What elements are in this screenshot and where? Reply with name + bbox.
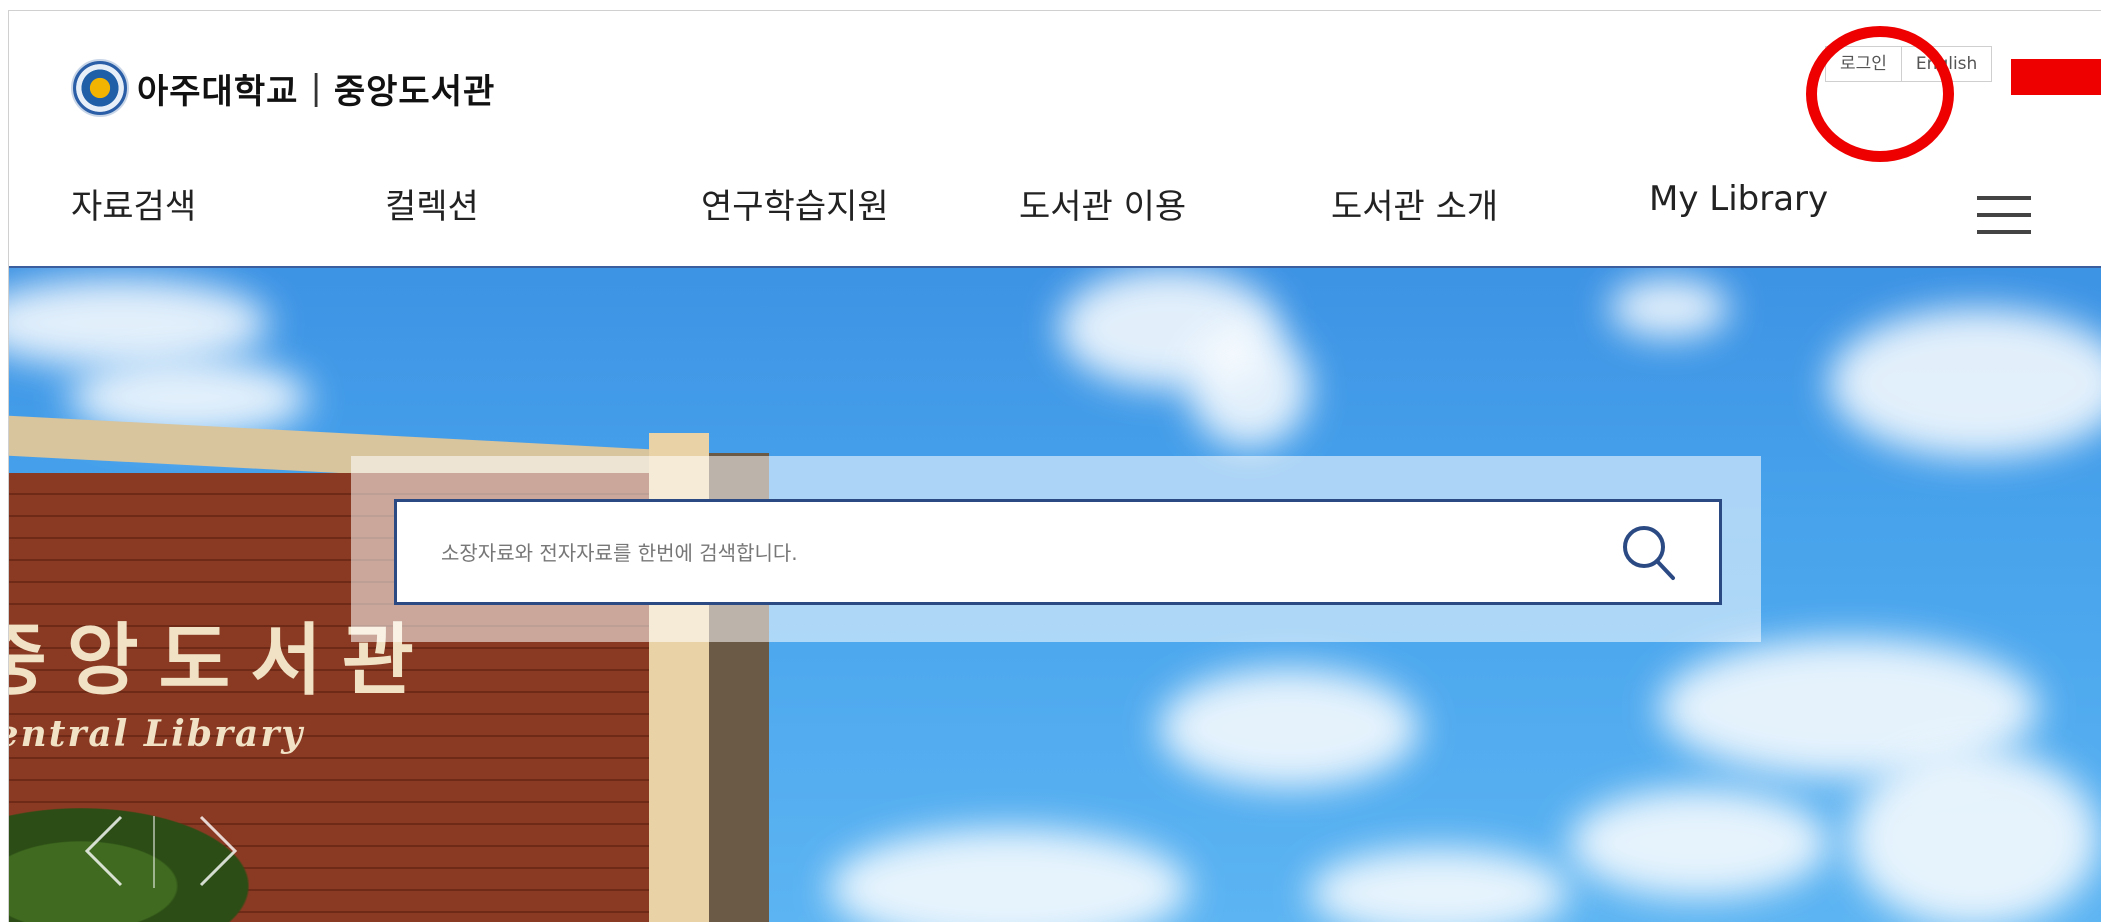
chevron-right-icon[interactable] <box>195 811 241 891</box>
cloud-decoration <box>1159 668 1419 788</box>
slider-divider <box>153 816 155 888</box>
nav-item-search[interactable]: 자료검색 <box>71 179 196 228</box>
search-input[interactable] <box>439 532 1593 574</box>
cloud-decoration <box>1309 848 1569 922</box>
logo-university-name: 아주대학교 <box>137 71 299 112</box>
cloud-decoration <box>9 278 269 368</box>
logo-separator: | <box>310 68 322 108</box>
building-sign-english: Central Library <box>9 713 305 755</box>
nav-item-collection[interactable]: 컬렉션 <box>385 179 479 228</box>
main-navigation: 자료검색 컬렉션 연구학습지원 도서관 이용 도서관 소개 My Library <box>9 161 2101 241</box>
annotation-highlight-circle <box>1806 26 1954 162</box>
hamburger-icon[interactable] <box>1977 196 2031 240</box>
cloud-decoration <box>1829 308 2101 458</box>
university-emblem-icon <box>71 59 129 117</box>
nav-item-library-about[interactable]: 도서관 소개 <box>1331 179 1498 228</box>
site-logo[interactable]: 아주대학교 | 중앙도서관 <box>71 59 495 117</box>
cloud-decoration <box>1189 328 1309 448</box>
cloud-decoration <box>829 828 1189 922</box>
chevron-left-icon[interactable] <box>81 811 127 891</box>
nav-item-library-use[interactable]: 도서관 이용 <box>1019 179 1186 228</box>
cloud-decoration <box>1569 788 1829 898</box>
nav-item-my-library[interactable]: My Library <box>1649 179 1828 219</box>
cloud-decoration <box>1609 278 1729 338</box>
cloud-decoration <box>1849 748 2099 922</box>
annotation-arrow-bar <box>2011 59 2101 95</box>
nav-item-research-support[interactable]: 연구학습지원 <box>701 179 889 228</box>
search-icon[interactable] <box>1617 520 1681 584</box>
logo-library-name: 중앙도서관 <box>333 71 496 112</box>
search-box <box>394 499 1722 605</box>
browser-viewport: 아주대학교 | 중앙도서관 로그인 English 자료검색 컬렉션 연구학습지… <box>8 10 2101 922</box>
